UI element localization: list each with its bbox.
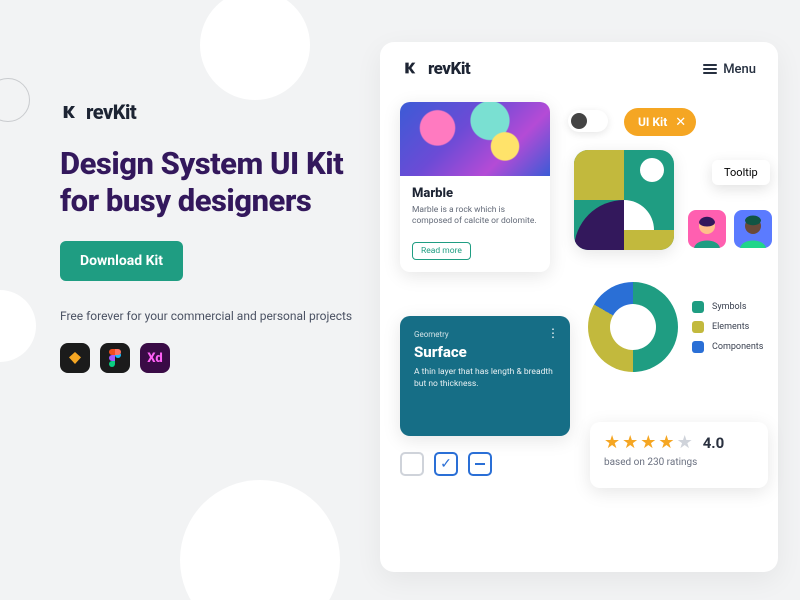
swatch-icon <box>692 321 704 333</box>
xd-icon: Xd <box>140 343 170 373</box>
star-icon: ★ <box>622 432 638 453</box>
bg-ring <box>0 78 30 122</box>
brand-logo-icon <box>402 60 420 78</box>
ui-kit-chip[interactable]: UI Kit ✕ <box>624 108 696 136</box>
marble-desc: Marble is a rock which is composed of ca… <box>412 205 538 228</box>
hero-title: Design System UI Kit for busy designers <box>60 146 360 219</box>
read-more-button[interactable]: Read more <box>412 242 471 260</box>
legend-item: Elements <box>692 321 763 333</box>
swatch-icon <box>692 341 704 353</box>
donut-chart-block: Symbols Elements Components <box>588 272 768 382</box>
tool-icons-row: Xd <box>60 343 360 373</box>
legend-label: Components <box>712 342 763 352</box>
download-kit-button[interactable]: Download Kit <box>60 241 183 281</box>
bg-circle <box>0 290 36 362</box>
geometric-art-tile <box>574 150 674 250</box>
chip-label: UI Kit <box>638 115 667 129</box>
hero-subline: Free forever for your commercial and per… <box>60 307 360 325</box>
tooltip: Tooltip <box>712 160 770 185</box>
checkbox-checked[interactable]: ✓ <box>434 452 458 476</box>
star-row: ★ ★ ★ ★ ★ 4.0 <box>604 432 754 453</box>
brand-logo-icon <box>60 103 78 121</box>
donut-chart <box>588 282 678 372</box>
legend-label: Elements <box>712 322 749 332</box>
rating-subtext: based on 230 ratings <box>604 457 754 468</box>
sketch-icon <box>60 343 90 373</box>
hero: revKit Design System UI Kit for busy des… <box>60 100 360 373</box>
swatch-icon <box>692 301 704 313</box>
star-icon: ★ <box>658 432 674 453</box>
menu-button[interactable]: Menu <box>703 62 756 77</box>
close-icon[interactable]: ✕ <box>675 115 686 130</box>
figma-icon <box>100 343 130 373</box>
surface-card: ⋮ Geometry Surface A thin layer that has… <box>400 316 570 436</box>
star-icon: ★ <box>604 432 620 453</box>
hamburger-icon <box>703 64 717 74</box>
legend-label: Symbols <box>712 302 747 312</box>
preview-brand: revKit <box>402 59 470 79</box>
checkbox-row: ✓ <box>400 452 492 476</box>
surface-title: Surface <box>414 343 556 361</box>
star-icon: ★ <box>677 432 693 453</box>
legend-item: Symbols <box>692 301 763 313</box>
brand: revKit <box>60 100 360 124</box>
bg-circle <box>200 0 310 100</box>
marble-title: Marble <box>412 186 538 201</box>
brand-name: revKit <box>86 100 136 124</box>
rating-score: 4.0 <box>703 434 725 452</box>
surface-desc: A thin layer that has length & breadth b… <box>414 367 556 391</box>
preview-brand-name: revKit <box>428 59 470 79</box>
marble-card: Marble Marble is a rock which is compose… <box>400 102 550 272</box>
checkbox-unchecked[interactable] <box>400 452 424 476</box>
toggle-switch[interactable] <box>568 110 608 132</box>
preview-header: revKit Menu <box>402 56 756 82</box>
preview-panel: revKit Menu Marble Marble is a rock whic… <box>380 42 778 572</box>
surface-eyebrow: Geometry <box>414 330 556 339</box>
menu-label: Menu <box>723 62 756 77</box>
legend-item: Components <box>692 341 763 353</box>
checkbox-indeterminate[interactable] <box>468 452 492 476</box>
avatar <box>734 210 772 248</box>
avatar <box>688 210 726 248</box>
rating-card: ★ ★ ★ ★ ★ 4.0 based on 230 ratings <box>590 422 768 488</box>
star-icon: ★ <box>640 432 656 453</box>
chart-legend: Symbols Elements Components <box>692 301 763 353</box>
bg-circle <box>180 480 340 600</box>
marble-image <box>400 102 550 176</box>
